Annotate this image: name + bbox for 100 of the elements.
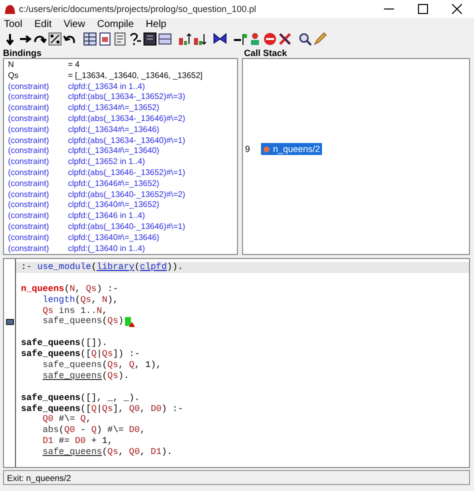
frame-depth: 9 xyxy=(245,144,252,154)
code-punctuation: , xyxy=(102,306,108,316)
code-punctuation: ( xyxy=(91,262,97,273)
code-token: N xyxy=(70,284,76,295)
butterfly-icon[interactable] xyxy=(213,32,227,46)
binding-name: (constraint) xyxy=(8,190,50,200)
binding-value: clpfd:(abs(_13634-_13640)#\=1) xyxy=(68,136,186,146)
percent-icon[interactable] xyxy=(48,32,62,46)
code-punctuation: , 1), xyxy=(134,360,162,371)
figure-icon[interactable] xyxy=(248,32,262,46)
code-token: N xyxy=(102,294,108,306)
code-punctuation: ) :- xyxy=(162,404,184,414)
code-token: safe_queens xyxy=(21,338,80,349)
binding-name: (constraint) xyxy=(8,146,50,158)
flag-icon[interactable] xyxy=(233,32,247,46)
code-punctuation: , xyxy=(118,447,125,458)
binding-name: (constraint) xyxy=(8,124,50,136)
binding-name: (constraint) xyxy=(8,178,50,190)
binding-name: (constraint) xyxy=(8,211,50,222)
code-token: Qs xyxy=(107,360,118,371)
up-bars-icon[interactable] xyxy=(178,32,192,46)
grid-icon[interactable] xyxy=(158,32,172,46)
code-token: Qs xyxy=(86,284,97,295)
code-token: N xyxy=(96,306,102,316)
code-token: clpfd xyxy=(140,262,167,273)
query-icon[interactable] xyxy=(128,32,142,46)
binding-value: clpfd:(_13640 in 1..4) xyxy=(68,244,145,254)
code-token: Q xyxy=(91,349,97,360)
binding-name: (constraint) xyxy=(8,232,50,244)
binding-name: Qs xyxy=(8,70,20,82)
table-icon[interactable] xyxy=(83,32,97,46)
binding-name: (constraint) xyxy=(8,157,50,168)
close-button[interactable] xyxy=(452,4,462,14)
code-token: D0 xyxy=(75,436,86,448)
stop-icon[interactable] xyxy=(263,32,277,46)
binding-name: (constraint) xyxy=(8,200,50,212)
code-token: Q xyxy=(91,425,97,436)
dark-square-icon[interactable] xyxy=(143,32,157,46)
code-token: D1 xyxy=(150,447,162,458)
code-punctuation: , xyxy=(140,447,146,458)
code-punctuation: ([ xyxy=(80,404,92,414)
menu-item[interactable]: Tool xyxy=(4,19,22,30)
gutter-marker-icon xyxy=(6,318,14,325)
code-token: Q xyxy=(91,404,97,414)
code-token: Q xyxy=(129,360,134,371)
code-token: D1 xyxy=(42,436,54,448)
menu-item[interactable]: Compile xyxy=(97,19,134,30)
binding-value: clpfd:(abs(_13634-_13646)#\=2) xyxy=(68,114,186,125)
cross-icon[interactable] xyxy=(278,32,292,46)
binding-value: clpfd:(_13640#\=_13652) xyxy=(68,200,160,212)
binding-value: clpfd:(_13640#\=_13646) xyxy=(68,232,160,244)
pencil-icon[interactable] xyxy=(313,32,327,46)
code-token: ins 1.. xyxy=(58,306,97,316)
binding-value: clpfd:(_13634 in 1..4) xyxy=(68,82,145,92)
stack-frame[interactable]: n_queens/2 xyxy=(261,143,322,155)
code-token: length xyxy=(42,294,75,306)
binding-value: clpfd:(_13634#\=_13652) xyxy=(68,103,160,114)
code-token: abs xyxy=(42,425,59,436)
code-token: safe_queens xyxy=(21,392,80,404)
code-punctuation: | xyxy=(96,404,102,414)
code-token: Qs xyxy=(80,294,92,306)
page-icon[interactable] xyxy=(113,32,127,46)
document-icon[interactable] xyxy=(98,32,112,46)
code-punctuation: ( xyxy=(102,447,108,458)
code-punctuation: ( xyxy=(75,294,80,306)
binding-name: (constraint) xyxy=(8,82,50,92)
status-bar: Exit: n_queens/2 xyxy=(3,470,470,485)
code-punctuation: #= xyxy=(58,436,71,448)
binding-value: = 4 xyxy=(68,60,80,71)
binding-name: (constraint) xyxy=(8,222,50,233)
magnifier-icon[interactable] xyxy=(298,32,312,46)
binding-value: clpfd:(_13634#\=_13646) xyxy=(68,124,160,136)
code-punctuation: ]) :- xyxy=(112,349,140,360)
down-bars-icon[interactable] xyxy=(193,32,207,46)
code-punctuation: ). xyxy=(161,447,172,458)
code-token: use_module xyxy=(37,262,92,273)
binding-value: clpfd:(_13646 in 1..4) xyxy=(68,211,145,222)
code-punctuation: ([], _, _). xyxy=(80,392,140,404)
code-token: safe_queens xyxy=(42,360,102,371)
code-token: Q0 xyxy=(129,404,140,414)
code-editor[interactable] xyxy=(3,258,470,468)
binding-name: (constraint) xyxy=(8,103,50,114)
code-punctuation: ( xyxy=(102,360,108,371)
binding-name: (constraint) xyxy=(8,114,50,125)
code-token: Q0 xyxy=(129,447,140,458)
code-token: Qs xyxy=(107,316,118,328)
pane-title: Bindings xyxy=(3,48,42,58)
menu-item[interactable]: Edit xyxy=(34,19,52,30)
code-token: D0 xyxy=(129,425,140,436)
code-token: safe_queens xyxy=(21,404,80,414)
menu-item[interactable]: Help xyxy=(146,19,166,30)
menu-item[interactable]: View xyxy=(64,19,86,30)
code-token: library xyxy=(96,262,134,273)
code-punctuation: ( xyxy=(64,284,70,295)
code-punctuation: + 1, xyxy=(90,436,113,448)
code-punctuation: ( xyxy=(134,262,140,273)
code-punctuation: ) :- xyxy=(96,284,118,295)
code-punctuation: | xyxy=(96,349,102,360)
maximize-button[interactable] xyxy=(418,4,428,14)
binding-value: clpfd:(abs(_13634-_13652)#\=3) xyxy=(68,92,186,104)
